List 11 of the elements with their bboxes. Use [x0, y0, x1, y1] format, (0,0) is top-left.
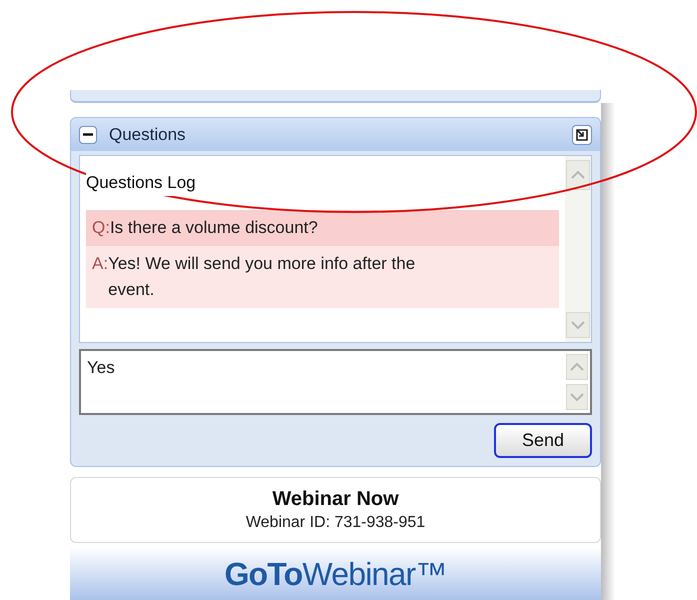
entry-prefix: Q:	[92, 216, 110, 238]
entry-prefix: A:	[92, 252, 108, 274]
answer-text: Yes! We will send you more info after the event.	[108, 252, 416, 300]
logo: GoToWebinar™	[224, 555, 447, 594]
panel-title: Questions	[109, 124, 186, 146]
webinar-title: Webinar Now	[272, 487, 399, 512]
send-button[interactable]: Send	[494, 423, 592, 458]
question-input[interactable]: Yes	[79, 349, 592, 415]
webinar-id: Webinar ID: 731-938-951	[246, 513, 426, 533]
log-title: Questions Log	[86, 170, 196, 196]
question-text: Is there a volume discount?	[110, 216, 318, 238]
